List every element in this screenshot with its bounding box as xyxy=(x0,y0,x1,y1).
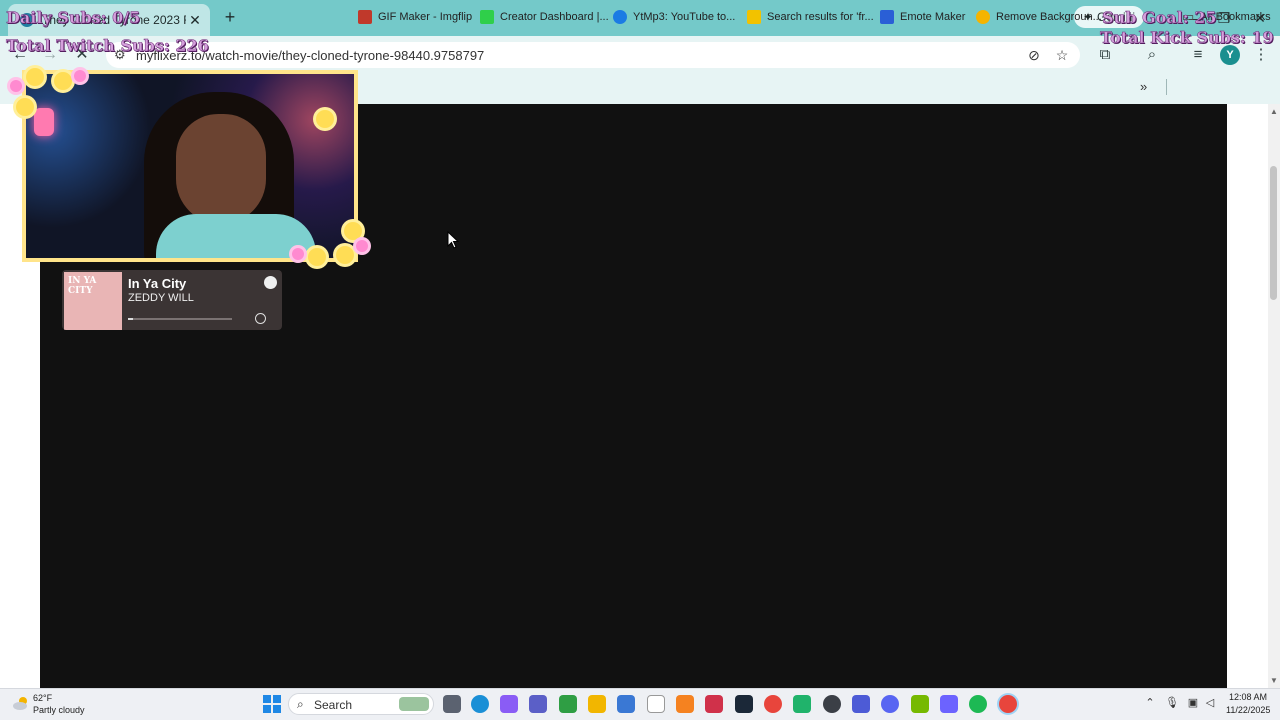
sub-goal-counter: Sub Goal: 25 xyxy=(1102,8,1217,28)
kick-icon xyxy=(480,10,494,24)
eye-slash-icon[interactable]: ⊘ xyxy=(1025,46,1043,64)
ytmp3-icon xyxy=(613,10,627,24)
app-purple-icon[interactable] xyxy=(940,695,958,713)
menu-kebab-icon[interactable]: ⋮ xyxy=(1251,45,1271,65)
flower-decoration xyxy=(344,222,362,240)
playback-progress-bar xyxy=(128,318,232,320)
taskbar-search-label: Search xyxy=(314,698,353,712)
now-playing-widget: IN YA CITY In Ya City ZEDDY WILL xyxy=(62,270,282,330)
chrome-icon[interactable] xyxy=(764,695,782,713)
bookmark-item[interactable]: Emote Maker xyxy=(880,8,965,26)
weather-description: Partly cloudy xyxy=(33,705,85,715)
search-highlight-art xyxy=(399,697,429,711)
clock-time[interactable]: 12:08 AM xyxy=(1229,692,1267,702)
webcam-person-face xyxy=(176,114,266,224)
star-bookmark-icon[interactable]: ☆ xyxy=(1053,46,1071,64)
media-control-icon[interactable]: ≡ xyxy=(1188,45,1208,65)
daily-subs-counter: Daily Subs: 0/5 xyxy=(6,8,141,28)
bookmark-label: YtMp3: YouTube to... xyxy=(633,11,736,23)
nvidia-icon[interactable] xyxy=(911,695,929,713)
webcam-overlay xyxy=(22,70,358,262)
spotify-taskbar-icon[interactable] xyxy=(969,695,987,713)
address-bar[interactable]: ⚙ myflixerz.to/watch-movie/they-cloned-t… xyxy=(106,42,1080,68)
bookmark-item[interactable]: Search results for 'fr... xyxy=(747,8,874,26)
tray-overflow-icon[interactable]: ⌃ xyxy=(1143,696,1157,710)
windows-start-icon[interactable] xyxy=(263,695,281,713)
playback-progress-fill xyxy=(128,318,134,320)
bookmark-item[interactable]: GIF Maker - Imgflip xyxy=(358,8,472,26)
imgflip-icon xyxy=(358,10,372,24)
flower-decoration xyxy=(74,70,86,82)
file-explorer-icon[interactable] xyxy=(588,695,606,713)
extensions-icon[interactable]: ⧉ xyxy=(1095,45,1115,65)
scroll-up-icon[interactable]: ▲ xyxy=(1269,107,1279,117)
artist-name: ZEDDY WILL xyxy=(128,292,194,304)
scrollbar-thumb[interactable] xyxy=(1270,166,1277,300)
flower-decoration xyxy=(356,240,368,252)
task-view-icon[interactable] xyxy=(443,695,461,713)
flower-decoration xyxy=(292,248,304,260)
teams-icon[interactable] xyxy=(529,695,547,713)
bookmark-label: GIF Maker - Imgflip xyxy=(378,11,473,23)
clock-date[interactable]: 11/22/2025 xyxy=(1226,705,1270,715)
copilot-icon[interactable] xyxy=(500,695,518,713)
album-art-text: IN YA CITY xyxy=(68,276,97,296)
spotify-icon xyxy=(264,276,277,289)
flower-decoration xyxy=(26,68,44,86)
volume-icon[interactable]: ◁ xyxy=(1203,696,1217,710)
gif-icon xyxy=(880,10,894,24)
bookmarks-overflow-icon[interactable]: » xyxy=(1140,78,1154,96)
bookmark-item[interactable]: Creator Dashboard |... xyxy=(480,8,609,26)
search-icon: ⌕ xyxy=(297,697,304,711)
snipping-tool-icon[interactable] xyxy=(705,695,723,713)
folder-search-icon xyxy=(747,10,761,24)
tab-close-icon[interactable]: ✕ xyxy=(186,11,204,29)
remove-bg-icon xyxy=(976,10,990,24)
bookmarks-divider xyxy=(1166,79,1167,95)
app-blue-icon[interactable] xyxy=(852,695,870,713)
flower-decoration xyxy=(316,110,334,128)
taskbar-search[interactable]: ⌕ Search xyxy=(288,693,434,715)
flower-decoration xyxy=(16,98,34,116)
xbox-icon[interactable] xyxy=(559,695,577,713)
bookmark-label: Remove Backgroun... xyxy=(996,11,1102,23)
total-twitch-subs-counter: Total Twitch Subs: 226 xyxy=(6,36,209,56)
network-icon[interactable]: ▣ xyxy=(1186,696,1200,710)
flower-decoration xyxy=(308,248,326,266)
bookmark-item[interactable]: Remove Backgroun... xyxy=(976,8,1102,26)
pause-icon xyxy=(255,313,266,324)
flower-decoration xyxy=(10,80,22,92)
flower-decoration xyxy=(336,246,354,264)
discord-icon[interactable] xyxy=(881,695,899,713)
notepad-icon[interactable] xyxy=(647,695,665,713)
bookmark-label: Creator Dashboard |... xyxy=(500,11,609,23)
obs-icon[interactable] xyxy=(823,695,841,713)
app-green-icon[interactable] xyxy=(793,695,811,713)
windows-taskbar xyxy=(0,688,1280,720)
steam-icon[interactable] xyxy=(735,695,753,713)
weather-cloud-icon[interactable] xyxy=(12,694,30,712)
profile-avatar[interactable]: Y xyxy=(1220,45,1240,65)
total-kick-subs-counter: Total Kick Subs: 19 xyxy=(1100,28,1274,48)
mouse-cursor-icon xyxy=(447,231,459,249)
song-title: In Ya City xyxy=(128,276,187,291)
flower-decoration xyxy=(54,72,72,90)
google-lens-icon[interactable]: ⌕ xyxy=(1142,45,1162,65)
edge-icon[interactable] xyxy=(471,695,489,713)
store-icon[interactable] xyxy=(617,695,635,713)
bookmark-label: Search results for 'fr... xyxy=(767,11,874,23)
chrome-active-icon[interactable] xyxy=(999,695,1017,713)
app-a-icon[interactable] xyxy=(676,695,694,713)
bookmark-item[interactable]: YtMp3: YouTube to... xyxy=(613,8,735,26)
new-tab-button[interactable]: + xyxy=(220,8,240,28)
scroll-down-icon[interactable]: ▼ xyxy=(1269,676,1279,686)
lantern-decoration xyxy=(34,108,54,136)
bookmark-label: Emote Maker xyxy=(900,11,966,23)
weather-temperature: 62°F xyxy=(33,693,53,703)
microphone-icon[interactable]: 🎙︎ xyxy=(1165,696,1179,710)
album-art: IN YA CITY xyxy=(64,272,122,330)
